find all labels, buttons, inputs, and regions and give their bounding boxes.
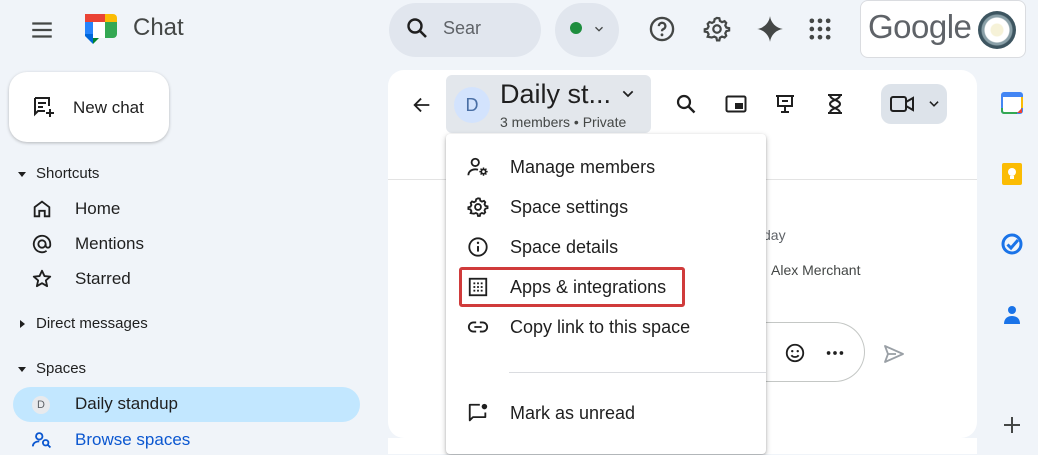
back-arrow-icon[interactable] [411,94,433,116]
menu-item-space-details[interactable]: Space details [446,227,766,267]
menu-item-label: Space details [510,237,619,257]
date-divider-text: day [763,227,786,243]
sidebar-item-daily-standup[interactable] [13,387,360,422]
keep-icon[interactable] [1000,162,1024,186]
sidebar-item-label: Daily standup [75,394,179,413]
menu-item-label: Manage members [510,157,656,177]
link-icon [467,321,489,333]
at-icon [32,234,52,254]
chevron-down-icon[interactable] [927,97,941,111]
tasks-icon[interactable] [1000,232,1024,256]
home-icon [33,200,51,218]
shortcuts-section-label: Shortcuts [36,165,100,182]
search-input[interactable]: Search [443,18,481,39]
message-compose-box[interactable] [765,322,865,382]
space-avatar: D [32,396,50,414]
spaces-section-toggle[interactable]: Spaces [17,360,86,377]
manage-members-icon [467,157,488,176]
picture-in-picture-icon[interactable] [724,92,748,116]
browse-spaces-icon [31,432,52,449]
status-active-dot [570,22,582,34]
gemini-sparkle-icon[interactable] [756,15,784,43]
sidebar-item-starred[interactable]: Starred [22,264,342,294]
hamburger-icon [32,22,52,38]
menu-divider [509,372,766,373]
sidebar-item-browse-spaces[interactable]: Browse spaces [22,425,342,455]
add-app-icon[interactable] [1000,413,1024,437]
more-options-icon[interactable] [824,342,846,364]
star-icon [32,269,52,288]
contacts-icon[interactable] [1000,302,1024,326]
menu-item-label: Mark as unread [510,403,636,423]
space-header-avatar: D [454,87,490,123]
video-camera-icon [890,96,914,112]
sidebar-item-mentions[interactable]: Mentions [22,229,342,259]
settings-gear-icon[interactable] [703,15,731,43]
apps-grid-icon [468,277,488,297]
chevron-down-icon [595,26,603,32]
menu-item-manage-members[interactable]: Manage members [446,147,766,187]
menu-item-space-settings[interactable]: Space settings [446,187,766,227]
sidebar-item-label: Starred [75,269,131,288]
status-selector[interactable] [555,3,619,57]
menu-item-label: Apps & integrations [510,277,667,297]
new-chat-icon [34,97,54,117]
menu-item-apps-integrations[interactable]: Apps & integrations [446,267,766,307]
send-icon[interactable] [882,342,906,366]
direct-messages-section-label: Direct messages [36,315,148,332]
caret-down-icon [18,171,26,177]
menu-item-label: Space settings [510,197,629,217]
menu-item-label: Copy link to this space [510,317,691,337]
sidebar-item-label: Mentions [75,234,144,253]
menu-item-mark-unread[interactable]: Mark as unread [446,393,766,433]
apps-launcher-icon[interactable] [806,15,834,43]
calendar-icon[interactable] [1000,91,1024,115]
spaces-section-label: Spaces [36,360,87,377]
app-title: Chat [133,14,184,41]
emoji-icon[interactable] [784,342,806,364]
mark-unread-icon [468,403,488,422]
space-subtitle: 3 members • Private [500,114,627,130]
hourglass-icon[interactable] [823,92,847,116]
message-sender: Alex Merchant [771,262,861,278]
search-icon [407,18,427,38]
direct-messages-section-toggle[interactable]: Direct messages [17,315,148,332]
shortcuts-section-toggle[interactable]: Shortcuts [17,165,99,182]
menu-item-copy-link[interactable]: Copy link to this space [446,307,766,347]
google-wordmark: Google [868,8,972,45]
new-chat-label: New chat [73,98,144,117]
main-menu-button[interactable] [29,17,55,43]
chevron-down-icon [622,90,634,98]
space-title: Daily st... [500,79,612,109]
gear-icon [467,197,489,217]
caret-down-icon [18,366,26,372]
sidebar-item-label: Home [75,199,121,218]
caret-right-icon [20,319,25,328]
info-icon [468,237,488,257]
help-icon[interactable] [648,15,676,43]
sidebar-item-label: Browse spaces [75,430,191,449]
search-in-space-icon[interactable] [674,92,698,116]
present-icon[interactable] [773,92,797,116]
sidebar-item-home[interactable]: Home [22,194,342,224]
chat-logo [81,10,121,50]
new-chat-button[interactable]: New chat [9,72,169,142]
chat-logo-icon [85,14,117,44]
profile-avatar[interactable] [978,11,1016,49]
